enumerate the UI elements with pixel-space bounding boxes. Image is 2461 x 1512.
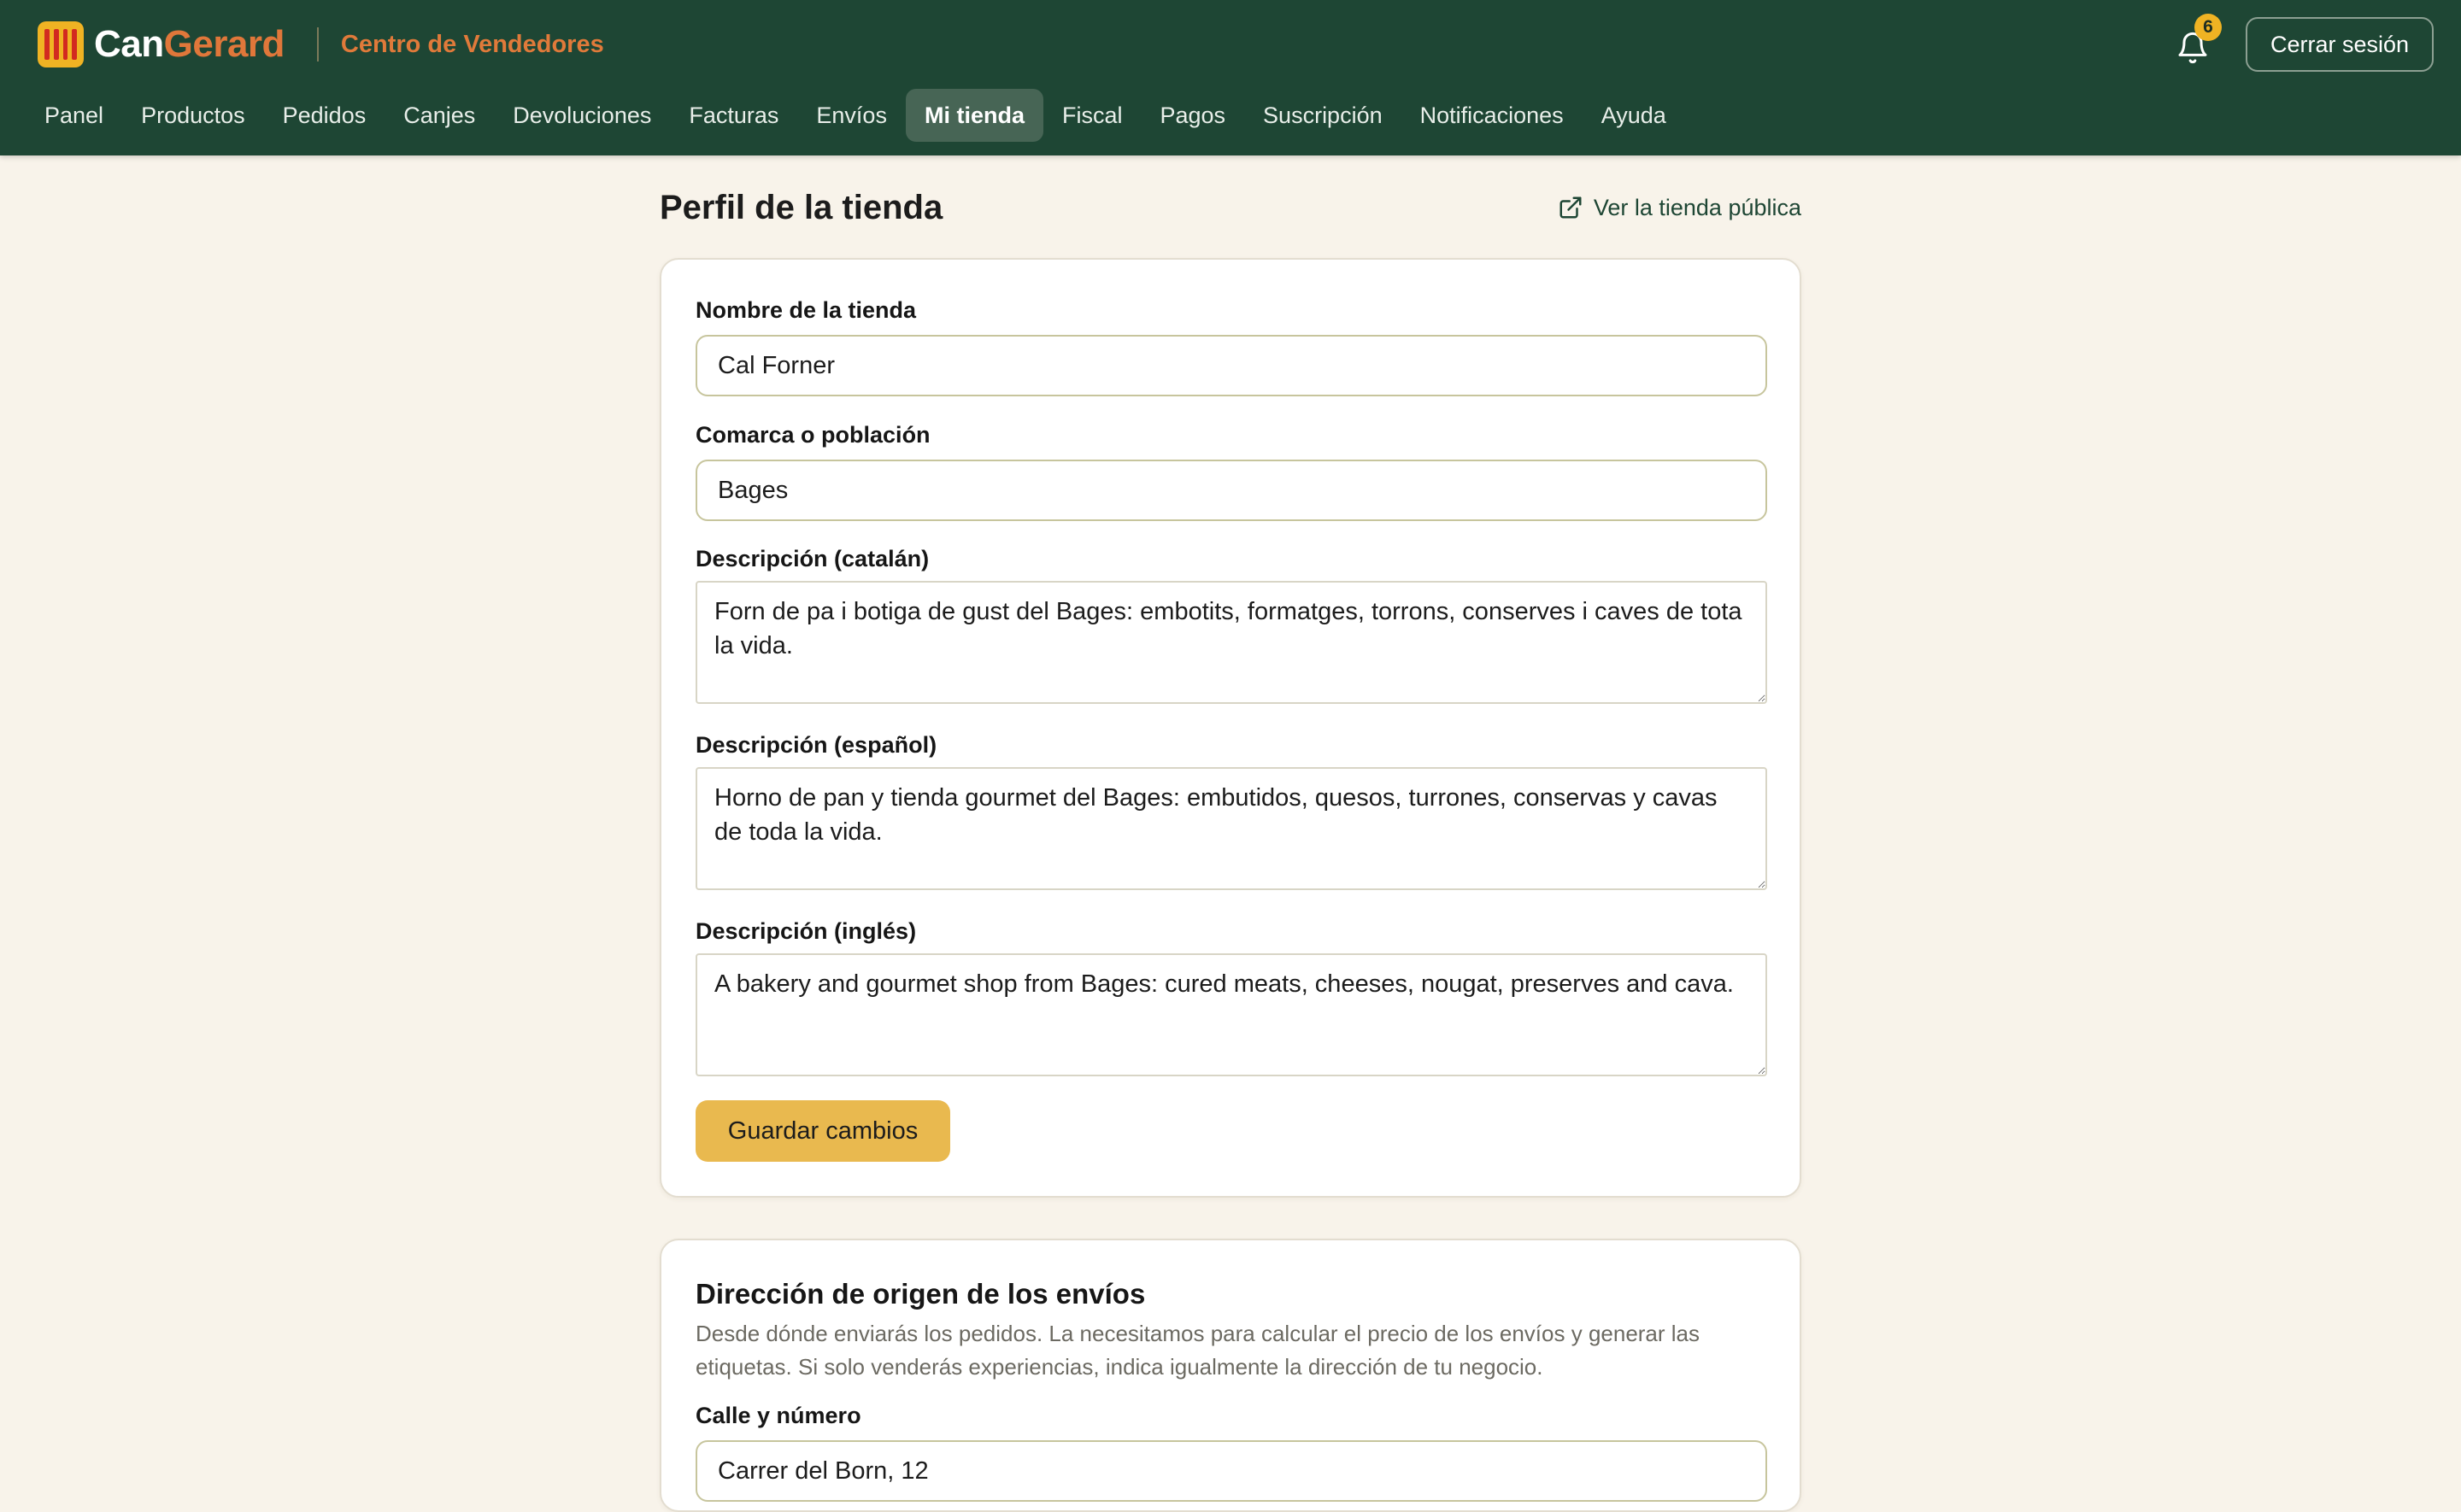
- nav-item-suscripcion[interactable]: Suscripción: [1244, 89, 1401, 142]
- store-name-label: Nombre de la tienda: [696, 297, 917, 323]
- nav-item-productos[interactable]: Productos: [122, 89, 264, 142]
- nav-item-panel[interactable]: Panel: [26, 89, 122, 142]
- notification-count-badge: 6: [2194, 14, 2222, 41]
- brand-divider: [316, 27, 319, 62]
- description-en-label: Descripción (inglés): [696, 918, 917, 944]
- brand[interactable]: CanGerard Centro de Vendedores: [38, 21, 604, 68]
- nav-item-ayuda[interactable]: Ayuda: [1583, 89, 1685, 142]
- nav-item-pagos[interactable]: Pagos: [1141, 89, 1244, 142]
- nav-item-facturas[interactable]: Facturas: [670, 89, 797, 142]
- description-en-textarea[interactable]: A bakery and gourmet shop from Bages: cu…: [696, 953, 1767, 1076]
- nav-item-mi-tienda[interactable]: Mi tienda: [905, 89, 1043, 142]
- nav-item-envios[interactable]: Envíos: [797, 89, 906, 142]
- nav-item-devoluciones[interactable]: Devoluciones: [494, 89, 670, 142]
- description-es-textarea[interactable]: Horno de pan y tienda gourmet del Bages:…: [696, 767, 1767, 890]
- description-ca-label: Descripción (catalán): [696, 546, 930, 571]
- view-public-store-label: Ver la tienda pública: [1593, 194, 1801, 220]
- description-es-label: Descripción (español): [696, 732, 937, 758]
- main-nav: Panel Productos Pedidos Canjes Devolucio…: [26, 89, 1685, 142]
- street-label: Calle y número: [696, 1403, 861, 1428]
- nav-item-fiscal[interactable]: Fiscal: [1043, 89, 1142, 142]
- brand-name-can: Can: [94, 23, 164, 65]
- save-changes-button[interactable]: Guardar cambios: [696, 1100, 950, 1162]
- region-label: Comarca o población: [696, 422, 931, 448]
- store-name-input[interactable]: [696, 335, 1767, 396]
- street-input[interactable]: [696, 1440, 1767, 1502]
- brand-name: CanGerard: [94, 23, 285, 66]
- shipping-origin-card: Dirección de origen de los envíos Desde …: [660, 1239, 1801, 1512]
- notifications-button[interactable]: 6: [2169, 14, 2222, 72]
- nav-item-notificaciones[interactable]: Notificaciones: [1401, 89, 1583, 142]
- nav-item-canjes[interactable]: Canjes: [385, 89, 494, 142]
- view-public-store-link[interactable]: Ver la tienda pública: [1558, 195, 1801, 221]
- top-header: CanGerard Centro de Vendedores 6 Cerrar …: [0, 0, 2461, 155]
- description-ca-textarea[interactable]: Forn de pa i botiga de gust del Bages: e…: [696, 581, 1767, 704]
- portal-title: Centro de Vendedores: [340, 30, 604, 58]
- nav-item-pedidos[interactable]: Pedidos: [264, 89, 385, 142]
- region-input[interactable]: [696, 460, 1767, 521]
- senyera-logo-icon: [38, 21, 84, 67]
- external-link-icon: [1559, 196, 1582, 219]
- page-header: Perfil de la tienda Ver la tienda públic…: [660, 179, 1801, 236]
- shipping-origin-description: Desde dónde enviarás los pedidos. La nec…: [696, 1321, 1700, 1380]
- page-title: Perfil de la tienda: [660, 188, 943, 226]
- logout-button[interactable]: Cerrar sesión: [2246, 17, 2434, 72]
- shipping-origin-title: Dirección de origen de los envíos: [696, 1278, 1146, 1310]
- brand-name-gerard: Gerard: [163, 23, 285, 65]
- store-profile-card: Nombre de la tienda Comarca o población …: [660, 258, 1801, 1198]
